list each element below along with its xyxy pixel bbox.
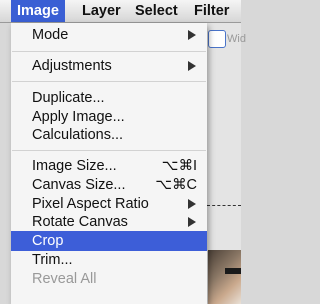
menu-item-shortcut: ⌥⌘I xyxy=(161,158,197,174)
menu-bar: Image Layer Select Filter xyxy=(0,0,241,23)
menu-item-label: Canvas Size... xyxy=(32,177,126,193)
menu-item-duplicate[interactable]: Duplicate... xyxy=(11,88,207,108)
menu-item-trim[interactable]: Trim... xyxy=(11,250,207,270)
submenu-arrow-icon xyxy=(188,217,196,227)
image-menu: Mode Adjustments Duplicate... Apply Imag… xyxy=(11,23,207,304)
menu-item-mode[interactable]: Mode xyxy=(11,25,207,45)
menubar-stub xyxy=(0,0,11,22)
submenu-arrow-icon xyxy=(188,61,196,71)
menu-item-label: Apply Image... xyxy=(32,109,125,125)
menu-item-label: Image Size... xyxy=(32,158,117,174)
menu-item-label: Reveal All xyxy=(32,271,97,287)
menu-item-crop[interactable]: Crop xyxy=(11,231,207,251)
menu-item-label: Calculations... xyxy=(32,127,124,143)
menu-item-label: Rotate Canvas xyxy=(32,214,128,230)
menubar-select[interactable]: Select xyxy=(135,0,178,22)
menu-item-label: Adjustments xyxy=(32,58,112,74)
submenu-arrow-icon xyxy=(188,30,196,40)
menu-item-image-size[interactable]: Image Size... ⌥⌘I xyxy=(11,156,207,176)
background-field-label: Wid xyxy=(227,33,246,45)
menu-separator xyxy=(12,81,206,82)
menubar-layer[interactable]: Layer xyxy=(82,0,121,22)
menu-separator xyxy=(12,51,206,52)
background-checkbox[interactable] xyxy=(208,30,226,48)
canvas-image-detail xyxy=(225,268,241,274)
menu-item-label: Mode xyxy=(32,27,69,43)
menu-item-reveal-all: Reveal All xyxy=(11,269,207,289)
menu-separator xyxy=(12,150,206,151)
menu-item-rotate-canvas[interactable]: Rotate Canvas xyxy=(11,212,207,232)
menu-item-calculations[interactable]: Calculations... xyxy=(11,125,207,145)
menu-item-label: Crop xyxy=(32,233,64,249)
canvas-image xyxy=(208,250,241,304)
menu-item-adjustments[interactable]: Adjustments xyxy=(11,56,207,76)
menu-item-label: Pixel Aspect Ratio xyxy=(32,196,149,212)
menu-item-label: Duplicate... xyxy=(32,90,105,106)
menu-item-canvas-size[interactable]: Canvas Size... ⌥⌘C xyxy=(11,175,207,195)
menu-item-apply-image[interactable]: Apply Image... xyxy=(11,107,207,127)
submenu-arrow-icon xyxy=(188,199,196,209)
menu-item-pixel-aspect-ratio[interactable]: Pixel Aspect Ratio xyxy=(11,194,207,214)
menu-item-label: Trim... xyxy=(32,252,73,268)
menu-item-shortcut: ⌥⌘C xyxy=(155,177,197,193)
selection-marquee xyxy=(207,205,241,206)
menubar-image[interactable]: Image xyxy=(11,0,65,22)
menubar-filter[interactable]: Filter xyxy=(194,0,229,22)
